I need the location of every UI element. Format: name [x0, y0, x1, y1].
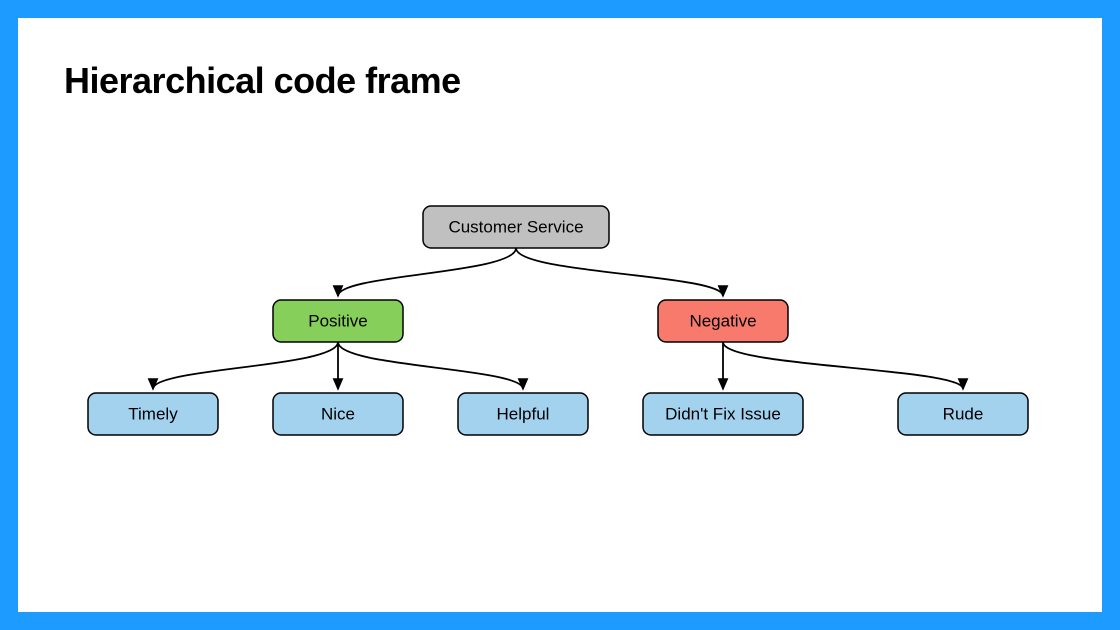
node-didntfix: Didn't Fix Issue [643, 393, 803, 435]
node-label-rude: Rude [943, 404, 984, 423]
node-rude: Rude [898, 393, 1028, 435]
node-label-negative: Negative [689, 311, 756, 330]
node-root: Customer Service [423, 206, 609, 248]
node-helpful: Helpful [458, 393, 588, 435]
node-nice: Nice [273, 393, 403, 435]
node-label-root: Customer Service [448, 217, 583, 236]
node-label-didntfix: Didn't Fix Issue [665, 404, 781, 423]
hierarchy-diagram: Customer Service Positive Negative Timely Ni… [18, 18, 1102, 612]
edge-positive-to-helpful [338, 342, 523, 389]
node-positive: Positive [273, 300, 403, 342]
edge-negative-to-rude [723, 342, 963, 389]
node-label-positive: Positive [308, 311, 368, 330]
edge-root-to-positive [338, 248, 516, 296]
node-negative: Negative [658, 300, 788, 342]
slide-canvas: Hierarchical code frame Customer Service… [18, 18, 1102, 612]
node-timely: Timely [88, 393, 218, 435]
edge-positive-to-timely [153, 342, 338, 389]
node-label-timely: Timely [128, 404, 178, 423]
node-label-helpful: Helpful [497, 404, 550, 423]
node-label-nice: Nice [321, 404, 355, 423]
edge-root-to-negative [516, 248, 723, 296]
